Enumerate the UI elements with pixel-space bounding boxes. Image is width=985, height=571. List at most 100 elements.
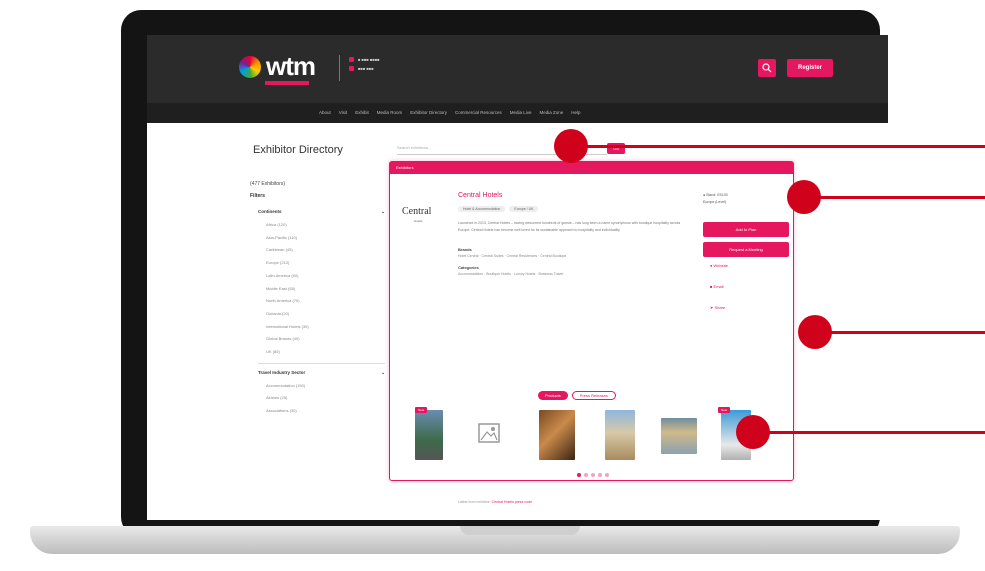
site-header: wtm ■ ■■■ ■■■■ ■■■ ■■■ Register [147,35,888,103]
website-link[interactable]: ● Website [710,263,728,268]
event-info: ■ ■■■ ■■■■ ■■■ ■■■ [349,55,380,73]
filter-option[interactable]: International Hotels (35) [266,321,385,334]
carousel-dot[interactable] [584,473,588,477]
email-link[interactable]: ■ Email [710,284,724,289]
card-footer: Latest from exhibitor: Central Hotels pr… [458,500,532,504]
location-icon [349,66,354,71]
filter-option[interactable]: Africa (120) [266,219,385,232]
filter-option[interactable]: North America (70) [266,295,385,308]
exhibitor-name[interactable]: Central Hotels [458,192,502,199]
exhibitor-count: (477 Exhibitors) [250,181,286,187]
logo-underline [265,81,309,85]
nav-item[interactable]: Commercial Resources [455,103,502,123]
share-link[interactable]: ➤ Share [710,305,725,310]
filter-option[interactable]: Associations (30) [266,405,385,418]
share-link-label: Share [714,305,726,310]
image-placeholder-icon[interactable] [477,420,501,448]
filter-group-sector[interactable]: Travel Industry Sector ⌄ [250,370,385,380]
logo-text: wtm [266,51,316,81]
register-button[interactable]: Register [787,59,833,77]
filter-option[interactable]: Airlines (25) [266,392,385,405]
filter-option[interactable]: Accommodation (150) [266,380,385,393]
filter-option[interactable]: Europe (210) [266,257,385,270]
share-icon: ➤ [710,305,714,310]
gallery-image[interactable] [539,410,575,460]
filter-option[interactable]: Latin America (60) [266,270,385,283]
card-footer-prefix: Latest from exhibitor: [458,500,491,504]
carousel-dots [577,473,609,477]
exhibitor-logo-sub: Hotels [414,219,423,223]
carousel-dot[interactable] [605,473,609,477]
exhibitor-tag: Europe / UK [509,206,539,212]
filter-group-continents[interactable]: Continents ⌄ [250,209,385,219]
request-meeting-button[interactable]: Request a Meeting [703,242,789,257]
nav-item[interactable]: Help [571,103,580,123]
nav-item[interactable]: Exhibit [355,103,369,123]
laptop-notch [460,526,580,535]
header-search-button[interactable] [758,59,776,77]
carousel-dot[interactable] [598,473,602,477]
filters-heading: Filters [250,193,266,199]
picture-icon [478,423,500,443]
categories-text: Accommodation · Boutique Hotels · Luxury… [458,272,564,276]
carousel-dot[interactable] [577,473,581,477]
media-tabs: Products Press Releases [538,391,616,400]
new-badge: New [718,407,731,413]
event-venue: ■■■ ■■■ [358,66,374,71]
wtm-logo[interactable]: wtm [239,51,316,82]
filter-group-title: Continents [258,209,282,214]
nav-item[interactable]: Media Room [377,103,403,123]
filter-divider [258,362,385,364]
callout-line-gallery [753,431,985,434]
callout-line-card [804,196,985,199]
nav-item[interactable]: About [319,103,331,123]
tab-products[interactable]: Products [538,391,568,400]
filter-group-title: Travel Industry Sector [258,369,306,375]
nav-item[interactable]: Visit [339,103,347,123]
card-header: Exhibitors [390,162,793,174]
filter-option[interactable]: UK (85) [266,346,385,359]
filter-option[interactable]: Asia-Pacific (110) [266,232,385,245]
filter-list-sector: Accommodation (150) Airlines (25) Associat… [250,380,385,418]
carousel-dot[interactable] [591,473,595,477]
exhibitor-logo: Central [402,206,432,217]
callout-dot-gallery [736,415,770,449]
filter-list-continents: Africa (120) Asia-Pacific (110) Caribbean … [250,219,385,359]
new-badge: New [415,407,428,413]
stand-info: ● Stand: ES100 Europe (Level) [703,192,728,206]
stand-number: Stand: ES100 [706,193,728,197]
callout-line-search [571,145,985,148]
location-pin-icon: ● [703,193,706,197]
callout-line-actions [815,331,985,334]
exhibitor-tag: Hotel & Accommodation [458,206,506,212]
press-room-link[interactable]: Central Hotels press room [492,500,533,504]
event-date: ■ ■■■ ■■■■ [358,57,380,62]
header-divider [339,55,340,81]
gallery-image[interactable] [415,410,443,460]
filter-option[interactable]: Caribbean (45) [266,244,385,257]
gallery-image[interactable] [605,410,635,460]
nav-item[interactable]: Exhibitor Directory [410,103,447,123]
nav-item[interactable]: Media Zone [540,103,564,123]
brands-label: Brands [458,247,472,252]
callout-dot-actions [798,315,832,349]
mail-icon: ■ [710,284,713,289]
logo-mark-icon [239,55,261,78]
exhibitor-tags: Hotel & Accommodation Europe / UK [458,206,539,212]
search-icon [762,63,772,73]
nav-item[interactable]: Media Live [510,103,532,123]
tab-press-releases[interactable]: Press Releases [571,391,616,400]
gallery-image[interactable] [661,418,697,454]
exhibitor-description: Launched in 2013, Central Hotels – havin… [458,221,681,232]
nav-items: About Visit Exhibit Media Room Exhibitor Dir… [319,103,581,123]
laptop-base [30,526,960,554]
filter-option[interactable]: Global Brands (40) [266,333,385,346]
browser-screen: wtm ■ ■■■ ■■■■ ■■■ ■■■ Register About Vis… [147,35,888,520]
chevron-down-icon: ⌄ [381,369,385,375]
filter-option[interactable]: Middle East (55) [266,283,385,296]
filter-option[interactable]: Oceania (20) [266,308,385,321]
categories-label: Categories [458,265,479,270]
globe-icon: ● [710,263,713,268]
main-nav: About Visit Exhibit Media Room Exhibitor Dir… [147,103,888,123]
add-to-plan-button[interactable]: Add to Plan [703,222,789,237]
